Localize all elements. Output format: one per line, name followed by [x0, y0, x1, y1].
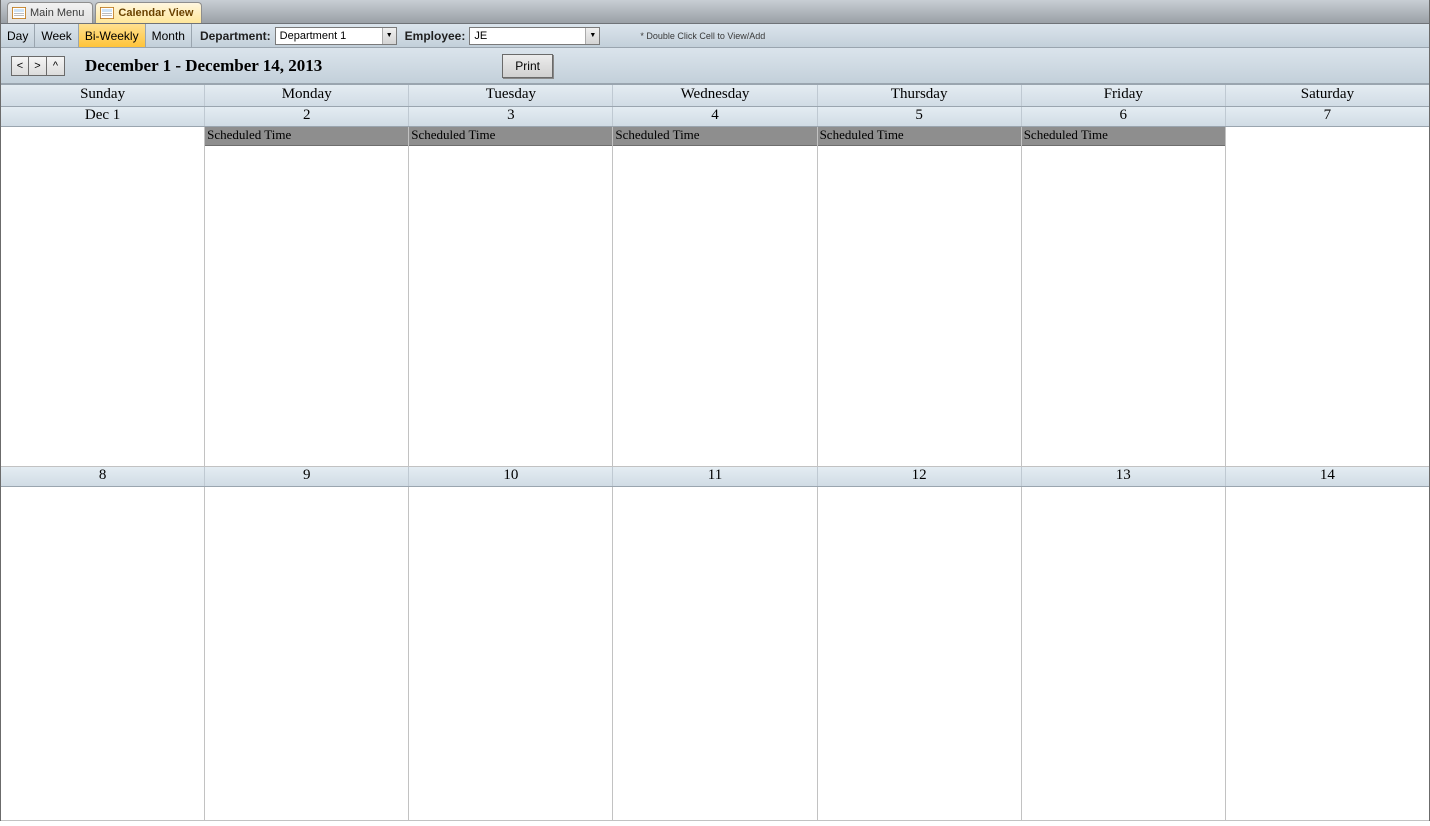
- calendar-cell[interactable]: Scheduled Time: [205, 127, 409, 467]
- print-button[interactable]: Print: [502, 54, 553, 78]
- date-cell: 2: [205, 107, 409, 126]
- today-button[interactable]: ^: [47, 56, 65, 76]
- date-cell: 4: [613, 107, 817, 126]
- tab-calendar-view[interactable]: Calendar View: [95, 2, 202, 23]
- calendar: Sunday Monday Tuesday Wednesday Thursday…: [1, 84, 1429, 821]
- day-header: Saturday: [1226, 85, 1429, 106]
- scheduled-time-item[interactable]: Scheduled Time: [409, 127, 612, 146]
- prev-button[interactable]: <: [11, 56, 29, 76]
- date-row-2: 8 9 10 11 12 13 14: [1, 467, 1429, 487]
- calendar-cell[interactable]: [409, 487, 613, 821]
- calendar-cell[interactable]: [1022, 487, 1226, 821]
- day-header: Tuesday: [409, 85, 613, 106]
- calendar-cell[interactable]: [1226, 487, 1429, 821]
- employee-dropdown[interactable]: JE ▼: [469, 27, 600, 45]
- date-cell: 11: [613, 467, 817, 486]
- content-row-1: Scheduled Time Scheduled Time Scheduled …: [1, 127, 1429, 467]
- calendar-cell[interactable]: Scheduled Time: [613, 127, 817, 467]
- calendar-cell[interactable]: [818, 487, 1022, 821]
- day-header: Sunday: [1, 85, 205, 106]
- calendar-cell[interactable]: Scheduled Time: [409, 127, 613, 467]
- date-row-1: Dec 1 2 3 4 5 6 7: [1, 107, 1429, 127]
- date-cell: 13: [1022, 467, 1226, 486]
- date-cell: 12: [818, 467, 1022, 486]
- view-biweekly-button[interactable]: Bi-Weekly: [79, 24, 146, 47]
- calendar-cell[interactable]: Scheduled Time: [1022, 127, 1226, 467]
- calendar-cell[interactable]: [1226, 127, 1429, 467]
- day-headers-row: Sunday Monday Tuesday Wednesday Thursday…: [1, 85, 1429, 107]
- tab-label: Calendar View: [118, 7, 193, 19]
- date-cell: 14: [1226, 467, 1429, 486]
- view-month-button[interactable]: Month: [146, 24, 192, 47]
- next-button[interactable]: >: [29, 56, 47, 76]
- day-header: Monday: [205, 85, 409, 106]
- department-dropdown[interactable]: Department 1 ▼: [275, 27, 397, 45]
- employee-value: JE: [470, 30, 585, 42]
- scheduled-time-item[interactable]: Scheduled Time: [205, 127, 408, 146]
- scheduled-time-item[interactable]: Scheduled Time: [613, 127, 816, 146]
- scheduled-time-item[interactable]: Scheduled Time: [1022, 127, 1225, 146]
- department-value: Department 1: [276, 30, 382, 42]
- date-cell: 3: [409, 107, 613, 126]
- day-header: Wednesday: [613, 85, 817, 106]
- nav-bar: < > ^ December 1 - December 14, 2013 Pri…: [1, 48, 1429, 84]
- day-header: Thursday: [818, 85, 1022, 106]
- window-tab-bar: Main Menu Calendar View: [1, 0, 1429, 24]
- date-cell: 10: [409, 467, 613, 486]
- date-cell: Dec 1: [1, 107, 205, 126]
- calendar-cell[interactable]: Scheduled Time: [818, 127, 1022, 467]
- date-cell: 8: [1, 467, 205, 486]
- calendar-cell[interactable]: [613, 487, 817, 821]
- nav-buttons: < > ^: [11, 56, 65, 76]
- date-cell: 5: [818, 107, 1022, 126]
- employee-label: Employee:: [397, 29, 470, 43]
- date-range: December 1 - December 14, 2013: [85, 56, 322, 76]
- calendar-cell[interactable]: [1, 127, 205, 467]
- day-header: Friday: [1022, 85, 1226, 106]
- tab-main-menu[interactable]: Main Menu: [7, 2, 93, 23]
- view-day-button[interactable]: Day: [1, 24, 35, 47]
- form-icon: [100, 7, 114, 19]
- calendar-cell[interactable]: [205, 487, 409, 821]
- content-row-2: [1, 487, 1429, 821]
- view-week-button[interactable]: Week: [35, 24, 78, 47]
- calendar-cell[interactable]: [1, 487, 205, 821]
- toolbar: Day Week Bi-Weekly Month Department: Dep…: [1, 24, 1429, 48]
- date-cell: 6: [1022, 107, 1226, 126]
- tab-label: Main Menu: [30, 7, 84, 19]
- date-cell: 7: [1226, 107, 1429, 126]
- scheduled-time-item[interactable]: Scheduled Time: [818, 127, 1021, 146]
- chevron-down-icon: ▼: [585, 28, 599, 44]
- date-cell: 9: [205, 467, 409, 486]
- hint-text: * Double Click Cell to View/Add: [600, 31, 765, 41]
- chevron-down-icon: ▼: [382, 28, 396, 44]
- form-icon: [12, 7, 26, 19]
- department-label: Department:: [192, 29, 275, 43]
